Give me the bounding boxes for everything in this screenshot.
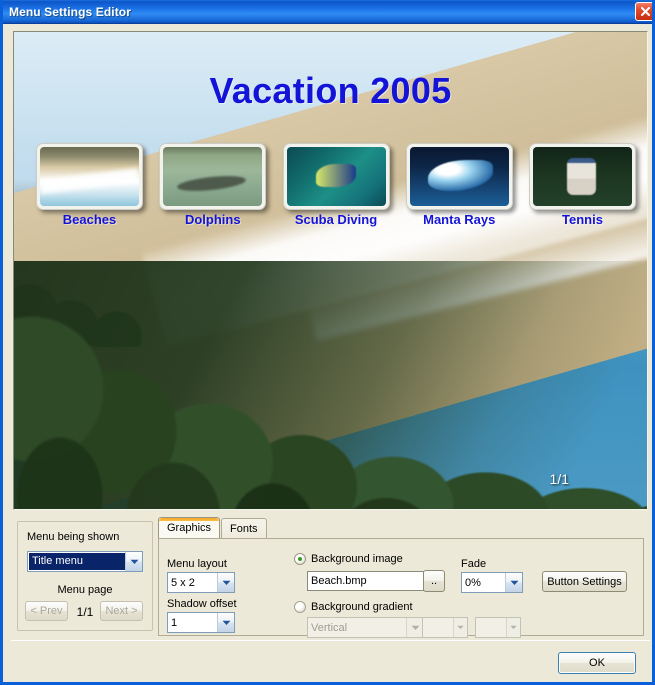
close-icon — [640, 6, 650, 17]
thumbnail-image — [533, 147, 632, 206]
background-gradient-radio-row[interactable]: Background gradient — [294, 601, 413, 613]
background-gradient-radio[interactable] — [294, 601, 306, 613]
menu-buttons-row: Beaches Dolphins Scuba Diving Manta Rays… — [36, 143, 636, 227]
menu-button-item[interactable]: Beaches — [36, 143, 143, 227]
shadow-offset-label: Shadow offset — [167, 598, 237, 610]
menu-title-text: Vacation 2005 — [209, 70, 452, 111]
gradient-color1-dropdown[interactable] — [422, 617, 468, 638]
menu-button-label: Manta Rays — [423, 212, 496, 227]
gradient-direction-value: Vertical — [311, 621, 348, 634]
menu-button-thumbnail[interactable] — [529, 143, 636, 210]
thumbnail-image — [409, 147, 509, 206]
chevron-down-icon[interactable] — [406, 618, 423, 637]
button-settings-button[interactable]: Button Settings — [542, 571, 627, 592]
menu-button-item[interactable]: Dolphins — [159, 143, 267, 227]
menu-page-label: Menu page — [57, 584, 113, 596]
menu-button-item[interactable]: Manta Rays — [405, 143, 513, 227]
chevron-down-icon[interactable] — [506, 618, 520, 637]
menu-being-shown-dropdown[interactable]: Title menu — [27, 551, 143, 572]
preview-page-indicator: 1/1 — [549, 471, 569, 487]
menu-button-item[interactable]: Tennis — [529, 143, 636, 227]
menu-preview-canvas: Vacation 2005 Beaches Dolphins Scuba Div… — [14, 32, 647, 509]
background-image-radio-row[interactable]: Background image — [294, 553, 403, 565]
tab-graphics-label: Graphics — [167, 522, 212, 534]
browse-background-image-button[interactable]: .. — [423, 570, 445, 592]
menu-layout-label: Menu layout — [167, 558, 227, 570]
tab-fonts-label: Fonts — [230, 522, 258, 535]
chevron-down-icon[interactable] — [453, 618, 467, 637]
gradient-direction-dropdown[interactable]: Vertical — [307, 617, 424, 638]
prev-page-button[interactable]: < Prev — [25, 601, 68, 621]
background-image-path-input[interactable]: Beach.bmp — [307, 571, 424, 591]
background-gradient-label: Background gradient — [311, 601, 413, 613]
menu-being-shown-label: Menu being shown — [27, 531, 120, 543]
menu-page-value: 1/1 — [76, 605, 94, 619]
menu-button-label: Dolphins — [184, 212, 241, 227]
menu-button-thumbnail[interactable] — [282, 143, 390, 210]
menu-button-item[interactable]: Scuba Diving — [282, 143, 390, 227]
footer-divider — [11, 640, 650, 641]
background-image-radio[interactable] — [294, 553, 306, 565]
menu-layout-value: 5 x 2 — [171, 576, 195, 589]
shadow-offset-value: 1 — [171, 616, 178, 629]
close-button[interactable] — [635, 2, 652, 21]
menu-being-shown-value: Title menu — [29, 553, 125, 570]
ok-button[interactable]: OK — [558, 652, 636, 674]
chevron-down-icon[interactable] — [217, 613, 234, 632]
fade-dropdown[interactable]: 0% — [461, 572, 523, 593]
tab-graphics[interactable]: Graphics — [158, 517, 221, 538]
background-image-label: Background image — [311, 553, 403, 565]
thumbnail-image — [40, 147, 139, 206]
tab-fonts[interactable]: Fonts — [221, 518, 267, 538]
chevron-down-icon[interactable] — [217, 573, 234, 592]
thumbnail-image — [163, 147, 263, 206]
menu-button-thumbnail[interactable] — [405, 143, 513, 210]
title-bar: Menu Settings Editor — [3, 0, 652, 24]
menu-button-thumbnail[interactable] — [36, 143, 143, 210]
menu-settings-editor-window: Menu Settings Editor Vacation 2005 Beach… — [0, 0, 655, 685]
thumbnail-image — [286, 147, 386, 206]
fade-label: Fade — [461, 558, 487, 570]
menu-preview-pane[interactable]: Vacation 2005 Beaches Dolphins Scuba Div… — [13, 31, 648, 510]
fade-value: 0% — [465, 576, 481, 589]
gradient-color2-dropdown[interactable] — [475, 617, 521, 638]
menu-button-label: Tennis — [562, 212, 603, 227]
settings-tabstrip: Graphics Fonts — [158, 517, 267, 538]
menu-button-label: Scuba Diving — [294, 212, 378, 227]
shadow-offset-dropdown[interactable]: 1 — [167, 612, 235, 633]
chevron-down-icon[interactable] — [505, 573, 522, 592]
next-page-button[interactable]: Next > — [100, 601, 143, 621]
menu-button-thumbnail[interactable] — [159, 143, 267, 210]
menu-button-label: Beaches — [62, 212, 117, 227]
chevron-down-icon[interactable] — [125, 552, 142, 571]
menu-layout-dropdown[interactable]: 5 x 2 — [167, 572, 235, 593]
window-title: Menu Settings Editor — [9, 4, 131, 19]
